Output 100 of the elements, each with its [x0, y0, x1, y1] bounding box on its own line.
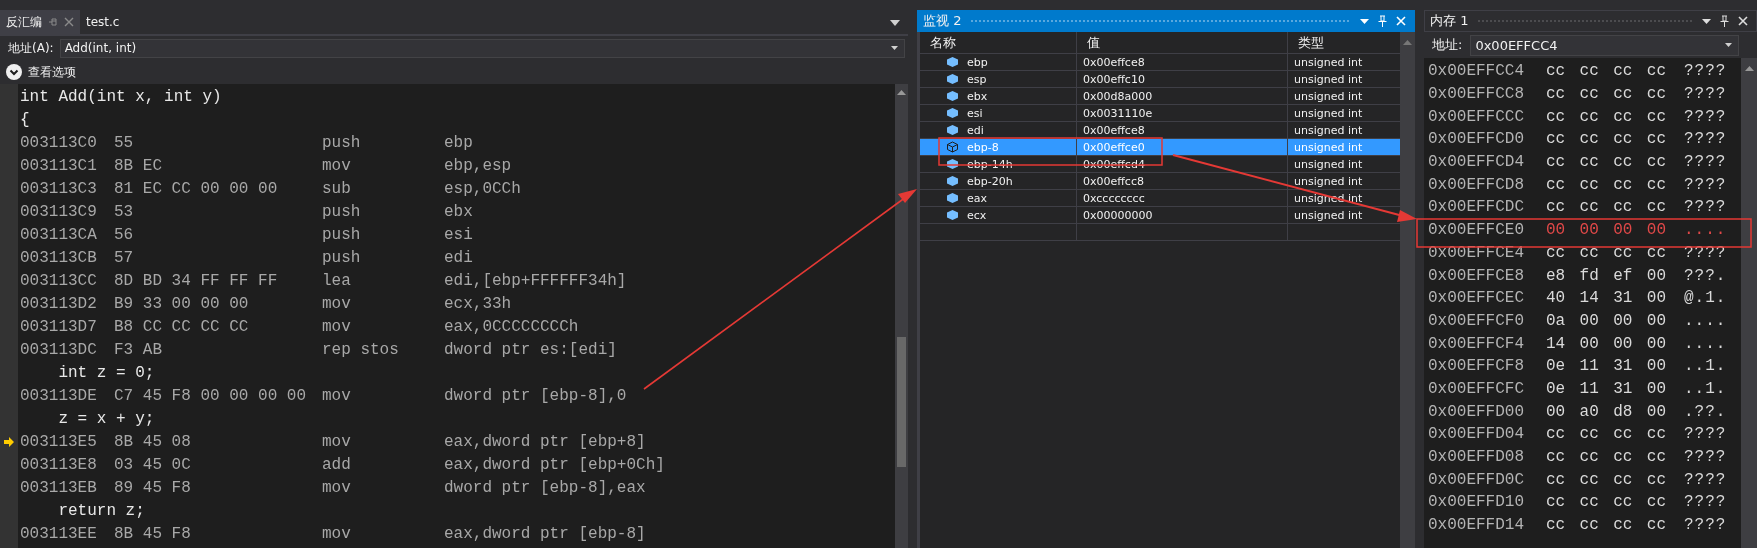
scroll-up-icon[interactable]	[897, 90, 906, 95]
memory-bytes: cc cc cc cc	[1546, 448, 1668, 467]
view-options-link[interactable]: 查看选项	[28, 63, 76, 81]
instruction-mnemonic: mov	[322, 317, 352, 336]
dropdown-caret-icon[interactable]	[1725, 43, 1732, 47]
instruction-operands: dword ptr [ebp-8],eax	[444, 478, 646, 497]
memory-bytes: cc cc cc cc	[1546, 470, 1668, 489]
cube-icon	[946, 209, 959, 221]
watch-type: unsigned int	[1293, 71, 1364, 87]
memory-address: 0x00EFFCE0	[1428, 221, 1525, 240]
watch-type: unsigned int	[1293, 105, 1364, 121]
address-label: 地址(A):	[8, 39, 54, 57]
dropdown-caret-icon[interactable]	[1360, 18, 1369, 24]
watch-row[interactable]: ebp 0x00effce8 unsigned int	[920, 54, 1400, 71]
dropdown-caret-icon[interactable]	[890, 20, 900, 26]
document-tab[interactable]: test.c	[80, 10, 126, 34]
memory-address: 0x00EFFCEC	[1428, 289, 1525, 308]
scroll-up-icon[interactable]	[1744, 66, 1754, 71]
column-header[interactable]: 类型	[1288, 32, 1400, 53]
memory-bytes: cc cc cc cc	[1546, 62, 1668, 81]
watch-type: unsigned int	[1293, 122, 1364, 138]
memory-bytes: cc cc cc cc	[1546, 175, 1668, 194]
memory-address: 0x00EFFD04	[1428, 425, 1525, 444]
code-bytes: 53	[114, 202, 135, 221]
instruction-operands: eax,dword ptr [ebp+8]	[444, 432, 646, 451]
memory-ascii: ....	[1684, 311, 1727, 330]
dropdown-caret-icon[interactable]	[1702, 18, 1711, 24]
memory-address: 0x00EFFD00	[1428, 402, 1525, 421]
watch-type: unsigned int	[1293, 139, 1364, 155]
code-address: 003113E5	[20, 432, 98, 451]
memory-bytes: cc cc cc cc	[1546, 85, 1668, 104]
instruction-mnemonic: mov	[322, 156, 352, 175]
code-address: 003113CB	[20, 248, 98, 267]
instruction-operands: eax,0CCCCCCCCh	[444, 317, 579, 336]
column-header[interactable]: 名称	[920, 32, 1077, 53]
memory-bytes: e8 fd ef 00	[1546, 266, 1668, 285]
memory-bytes: 00 00 00 00	[1546, 221, 1668, 240]
memory-ascii: ????	[1684, 62, 1727, 81]
memory-ascii: ????	[1684, 130, 1727, 149]
code-address: 003113EB	[20, 478, 98, 497]
code-address: 003113CC	[20, 271, 98, 290]
panel-title: 内存 1	[1430, 12, 1469, 30]
memory-address: 0x00EFFCC8	[1428, 85, 1525, 104]
memory-ascii: ????	[1684, 493, 1727, 512]
code-bytes: B9 33 00 00 00	[114, 294, 250, 313]
watch-name: esi	[967, 106, 983, 120]
column-header[interactable]: 值	[1077, 32, 1288, 53]
memory-address: 0x00EFFCD8	[1428, 175, 1525, 194]
memory-ascii: ????	[1684, 516, 1727, 535]
cube-icon	[946, 90, 959, 102]
watch-type: unsigned int	[1293, 88, 1364, 104]
cube-icon	[946, 141, 959, 153]
watch-row[interactable]: ebp-20h 0x00effcc8 unsigned int	[920, 173, 1400, 190]
instruction-operands: eax,dword ptr [ebp+0Ch]	[444, 455, 665, 474]
memory-ascii: ..1.	[1684, 357, 1727, 376]
cube-icon	[946, 73, 959, 85]
watch-type: unsigned int	[1293, 156, 1364, 172]
dropdown-caret-icon[interactable]	[891, 46, 898, 50]
memory-bytes: 40 14 31 00	[1546, 289, 1668, 308]
instruction-mnemonic: mov	[322, 478, 352, 497]
address-combobox[interactable]: 0x00EFFCC4	[1470, 34, 1739, 56]
memory-ascii: .??.	[1684, 402, 1727, 421]
instruction-mnemonic: mov	[322, 386, 352, 405]
address-label: 地址:	[1432, 36, 1463, 54]
memory-address: 0x00EFFD0C	[1428, 470, 1525, 489]
memory-bytes: 00 a0 d8 00	[1546, 402, 1668, 421]
code-bytes: 56	[114, 225, 135, 244]
code-bytes: F3 AB	[114, 340, 163, 359]
expand-icon[interactable]	[6, 64, 22, 80]
cube-icon	[946, 192, 959, 204]
scrollbar[interactable]	[1741, 58, 1757, 548]
memory-ascii: ..1.	[1684, 379, 1727, 398]
memory-bytes: 0e 11 31 00	[1546, 379, 1668, 398]
watch-row[interactable]: esp 0x00effc10 unsigned int	[920, 71, 1400, 88]
memory-address: 0x00EFFCC4	[1428, 62, 1525, 81]
code-bytes: 8B 45 F8	[114, 524, 192, 543]
instruction-mnemonic: mov	[322, 432, 352, 451]
instruction-operands: ebp	[444, 133, 473, 152]
watch-row[interactable]: esi 0x0031110e unsigned int	[920, 105, 1400, 122]
scrollbar[interactable]	[895, 84, 908, 548]
instruction-operands: ebx	[444, 202, 473, 221]
cube-icon	[946, 56, 959, 68]
watch-row[interactable]: ebx 0x00d8a000 unsigned int	[920, 88, 1400, 105]
watch-row[interactable]: ecx 0x00000000 unsigned int	[920, 207, 1400, 224]
watch-name: ebp-8	[967, 140, 999, 154]
source-line: {	[20, 110, 30, 129]
instruction-mnemonic: push	[322, 133, 362, 152]
scrollbar-thumb[interactable]	[897, 337, 906, 467]
address-combobox[interactable]: Add(int, int)	[59, 38, 905, 58]
watch-type: unsigned int	[1293, 173, 1364, 189]
scroll-up-icon[interactable]	[1403, 40, 1412, 45]
memory-bytes: cc cc cc cc	[1546, 425, 1668, 444]
memory-ascii: ????	[1684, 425, 1727, 444]
code-address: 003113CA	[20, 225, 98, 244]
instruction-mnemonic: mov	[322, 524, 352, 543]
scrollbar[interactable]	[1400, 32, 1415, 548]
memory-ascii: ????	[1684, 153, 1727, 172]
memory-bytes: cc cc cc cc	[1546, 153, 1668, 172]
instruction-operands: edi	[444, 248, 473, 267]
cube-icon	[946, 158, 959, 170]
